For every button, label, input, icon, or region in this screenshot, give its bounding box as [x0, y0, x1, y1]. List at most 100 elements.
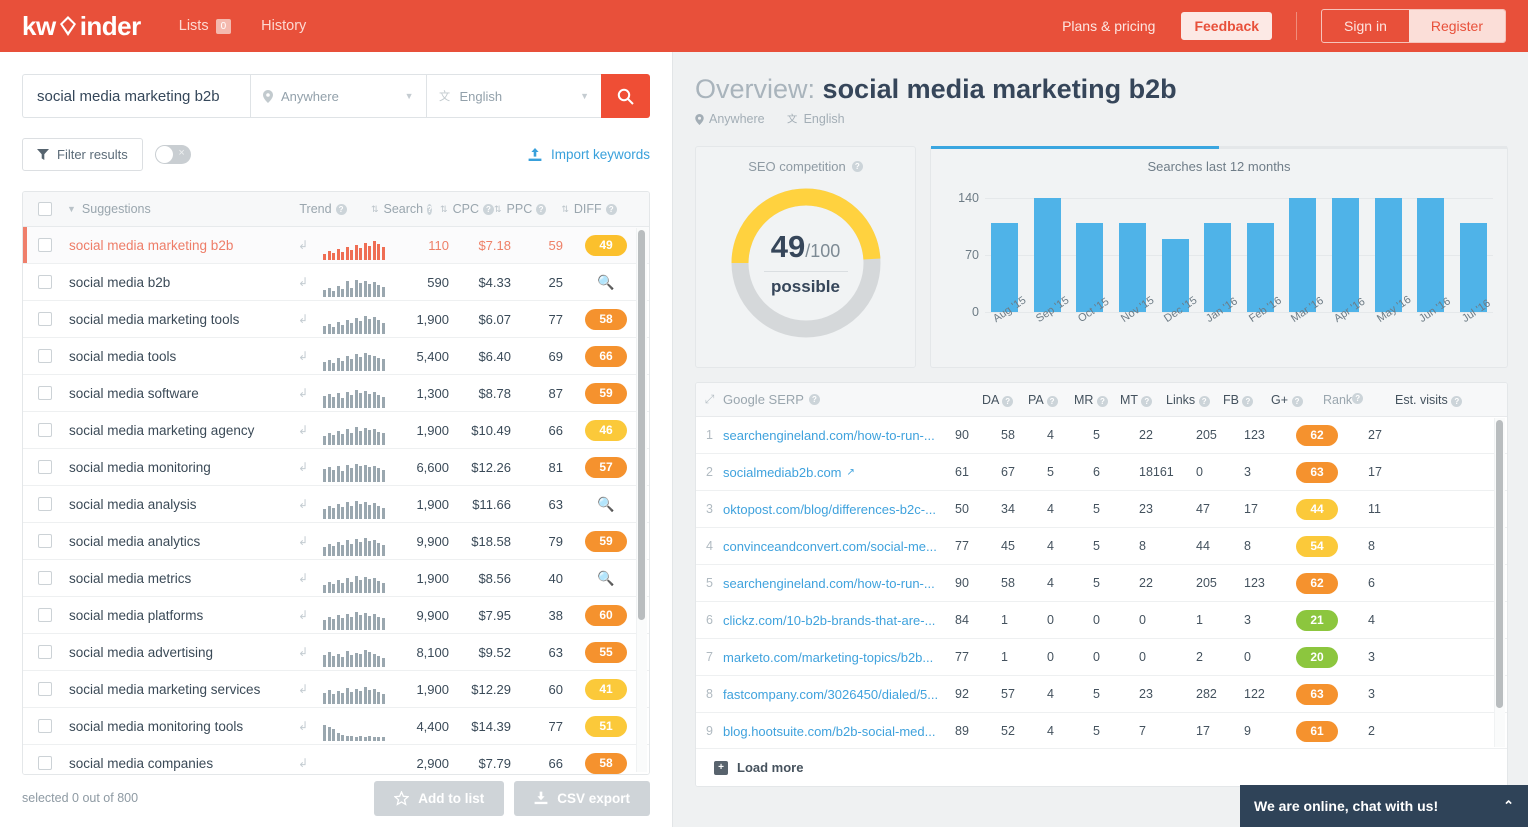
help-icon[interactable]: ?: [1046, 395, 1058, 407]
table-row[interactable]: 6 clickz.com/10-b2b-brands-that-are-... 84…: [696, 602, 1507, 639]
serp-url-link[interactable]: socialmediab2b.com ↗: [723, 465, 955, 480]
row-checkbox[interactable]: [38, 608, 52, 622]
row-checkbox[interactable]: [38, 275, 52, 289]
row-checkbox[interactable]: [38, 534, 52, 548]
table-row[interactable]: social media marketing agency ↲ 1,900 $10.4…: [23, 412, 649, 449]
related-arrow-icon[interactable]: ↲: [289, 460, 317, 474]
serp-url-link[interactable]: searchengineland.com/how-to-run-...: [723, 428, 955, 443]
import-keywords-button[interactable]: Import keywords: [528, 147, 650, 162]
table-row[interactable]: 5 searchengineland.com/how-to-run-... 90 58…: [696, 565, 1507, 602]
keyword-scrollbar-track[interactable]: [636, 228, 647, 772]
help-icon[interactable]: ?: [1002, 395, 1014, 407]
chart-bar[interactable]: [1417, 198, 1445, 312]
related-arrow-icon[interactable]: ↲: [289, 349, 317, 363]
row-checkbox[interactable]: [38, 682, 52, 696]
table-row[interactable]: 3 oktopost.com/blog/differences-b2c-... 50…: [696, 491, 1507, 528]
load-more-button[interactable]: + Load more: [696, 748, 1507, 786]
help-icon[interactable]: ?: [536, 203, 546, 215]
row-checkbox[interactable]: [38, 238, 52, 252]
related-arrow-icon[interactable]: ↲: [289, 571, 317, 585]
table-row[interactable]: social media tools ↲ 5,400 $6.40 69 66: [23, 338, 649, 375]
kwfinder-logo[interactable]: kw inder: [22, 11, 141, 42]
related-arrow-icon[interactable]: ↲: [289, 719, 317, 733]
related-arrow-icon[interactable]: ↲: [289, 608, 317, 622]
plans-and-pricing-link[interactable]: Plans & pricing: [1062, 18, 1155, 34]
chevron-up-icon[interactable]: ⌃: [1503, 798, 1514, 814]
related-arrow-icon[interactable]: ↲: [289, 423, 317, 437]
table-row[interactable]: 9 blog.hootsuite.com/b2b-social-med... 89 5…: [696, 713, 1507, 749]
chart-bar[interactable]: [1289, 198, 1317, 312]
filter-toggle[interactable]: ×: [154, 145, 191, 164]
feedback-button[interactable]: Feedback: [1181, 12, 1273, 40]
row-checkbox[interactable]: [38, 423, 52, 437]
search-icon[interactable]: 🔍: [597, 496, 614, 513]
serp-url-link[interactable]: marketo.com/marketing-topics/b2b...: [723, 650, 955, 665]
help-icon[interactable]: ?: [335, 203, 347, 215]
table-row[interactable]: social media analysis ↲ 1,900 $11.66 63 🔍: [23, 486, 649, 523]
related-arrow-icon[interactable]: ↲: [289, 312, 317, 326]
serp-url-link[interactable]: searchengineland.com/how-to-run-...: [723, 576, 955, 591]
register-button[interactable]: Register: [1408, 10, 1505, 42]
chart-bar[interactable]: [1374, 198, 1402, 312]
related-arrow-icon[interactable]: ↲: [289, 386, 317, 400]
help-icon[interactable]: ?: [1291, 395, 1303, 407]
table-row[interactable]: 7 marketo.com/marketing-topics/b2b... 77 1 0…: [696, 639, 1507, 676]
row-checkbox[interactable]: [38, 571, 52, 585]
csv-export-button[interactable]: CSV export: [514, 780, 650, 816]
table-row[interactable]: social media marketing b2b ↲ 110 $7.18 59 49: [23, 227, 649, 264]
serp-table-body[interactable]: 1 searchengineland.com/how-to-run-... 90 58…: [696, 417, 1507, 749]
related-arrow-icon[interactable]: ↲: [289, 756, 317, 770]
row-checkbox[interactable]: [38, 497, 52, 511]
serp-url-link[interactable]: fastcompany.com/3026450/dialed/5...: [723, 687, 955, 702]
table-row[interactable]: social media marketing services ↲ 1,900 $12…: [23, 671, 649, 708]
table-row[interactable]: social media platforms ↲ 9,900 $7.95 38 60: [23, 597, 649, 634]
help-icon[interactable]: ?: [1198, 395, 1210, 407]
search-icon[interactable]: 🔍: [597, 274, 614, 291]
row-checkbox[interactable]: [38, 386, 52, 400]
row-checkbox[interactable]: [38, 645, 52, 659]
related-arrow-icon[interactable]: ↲: [289, 534, 317, 548]
help-icon[interactable]: ?: [1451, 395, 1463, 407]
add-to-list-button[interactable]: Add to list: [374, 780, 505, 816]
keyword-search-input[interactable]: [22, 74, 250, 118]
table-row[interactable]: social media monitoring ↲ 6,600 $12.26 81 57: [23, 449, 649, 486]
serp-url-link[interactable]: blog.hootsuite.com/b2b-social-med...: [723, 724, 955, 739]
help-icon[interactable]: ?: [1141, 395, 1153, 407]
table-row[interactable]: social media marketing tools ↲ 1,900 $6.07 7…: [23, 301, 649, 338]
related-arrow-icon[interactable]: ↲: [289, 275, 317, 289]
row-checkbox[interactable]: [38, 349, 52, 363]
help-icon[interactable]: ?: [851, 161, 863, 172]
help-icon[interactable]: ?: [1352, 392, 1364, 404]
serp-scrollbar-track[interactable]: [1494, 418, 1505, 747]
row-checkbox[interactable]: [38, 756, 52, 770]
related-arrow-icon[interactable]: ↲: [289, 238, 317, 252]
table-row[interactable]: social media metrics ↲ 1,900 $8.56 40 🔍: [23, 560, 649, 597]
serp-scrollbar-thumb[interactable]: [1496, 420, 1503, 708]
table-row[interactable]: 8 fastcompany.com/3026450/dialed/5... 92 57…: [696, 676, 1507, 713]
column-diff[interactable]: ⇅ DIFF ?: [546, 202, 632, 216]
table-row[interactable]: 2 socialmediab2b.com ↗ 61 67 5 6 18161 0 3 63 17: [696, 454, 1507, 491]
expand-icon[interactable]: ⤢: [696, 392, 723, 407]
help-icon[interactable]: ?: [808, 394, 820, 405]
table-row[interactable]: social media b2b ↲ 590 $4.33 25 🔍: [23, 264, 649, 301]
select-all-checkbox[interactable]: [38, 202, 52, 216]
filter-results-button[interactable]: Filter results: [22, 138, 143, 171]
table-row[interactable]: social media software ↲ 1,300 $8.78 87 59: [23, 375, 649, 412]
table-row[interactable]: social media advertising ↲ 8,100 $9.52 63 55: [23, 634, 649, 671]
row-checkbox[interactable]: [38, 312, 52, 326]
help-icon[interactable]: ?: [483, 203, 494, 215]
table-row[interactable]: social media analytics ↲ 9,900 $18.58 79 59: [23, 523, 649, 560]
column-suggestions[interactable]: ▼ Suggestions: [67, 202, 272, 216]
help-icon[interactable]: ?: [605, 203, 617, 215]
help-icon[interactable]: ?: [1096, 395, 1108, 407]
keyword-scrollbar-thumb[interactable]: [638, 230, 645, 620]
table-row[interactable]: 4 convinceandconvert.com/social-me... 77 45…: [696, 528, 1507, 565]
language-select[interactable]: 文 English ▼: [425, 74, 601, 118]
serp-url-link[interactable]: clickz.com/10-b2b-brands-that-are-...: [723, 613, 955, 628]
keyword-table-body[interactable]: social media marketing b2b ↲ 110 $7.18 59 49 s…: [23, 227, 649, 774]
nav-item-lists[interactable]: Lists 0: [179, 18, 232, 34]
help-icon[interactable]: ?: [1242, 395, 1254, 407]
related-arrow-icon[interactable]: ↲: [289, 645, 317, 659]
column-ppc[interactable]: ⇅ PPC ?: [494, 202, 546, 216]
serp-url-link[interactable]: convinceandconvert.com/social-me...: [723, 539, 955, 554]
